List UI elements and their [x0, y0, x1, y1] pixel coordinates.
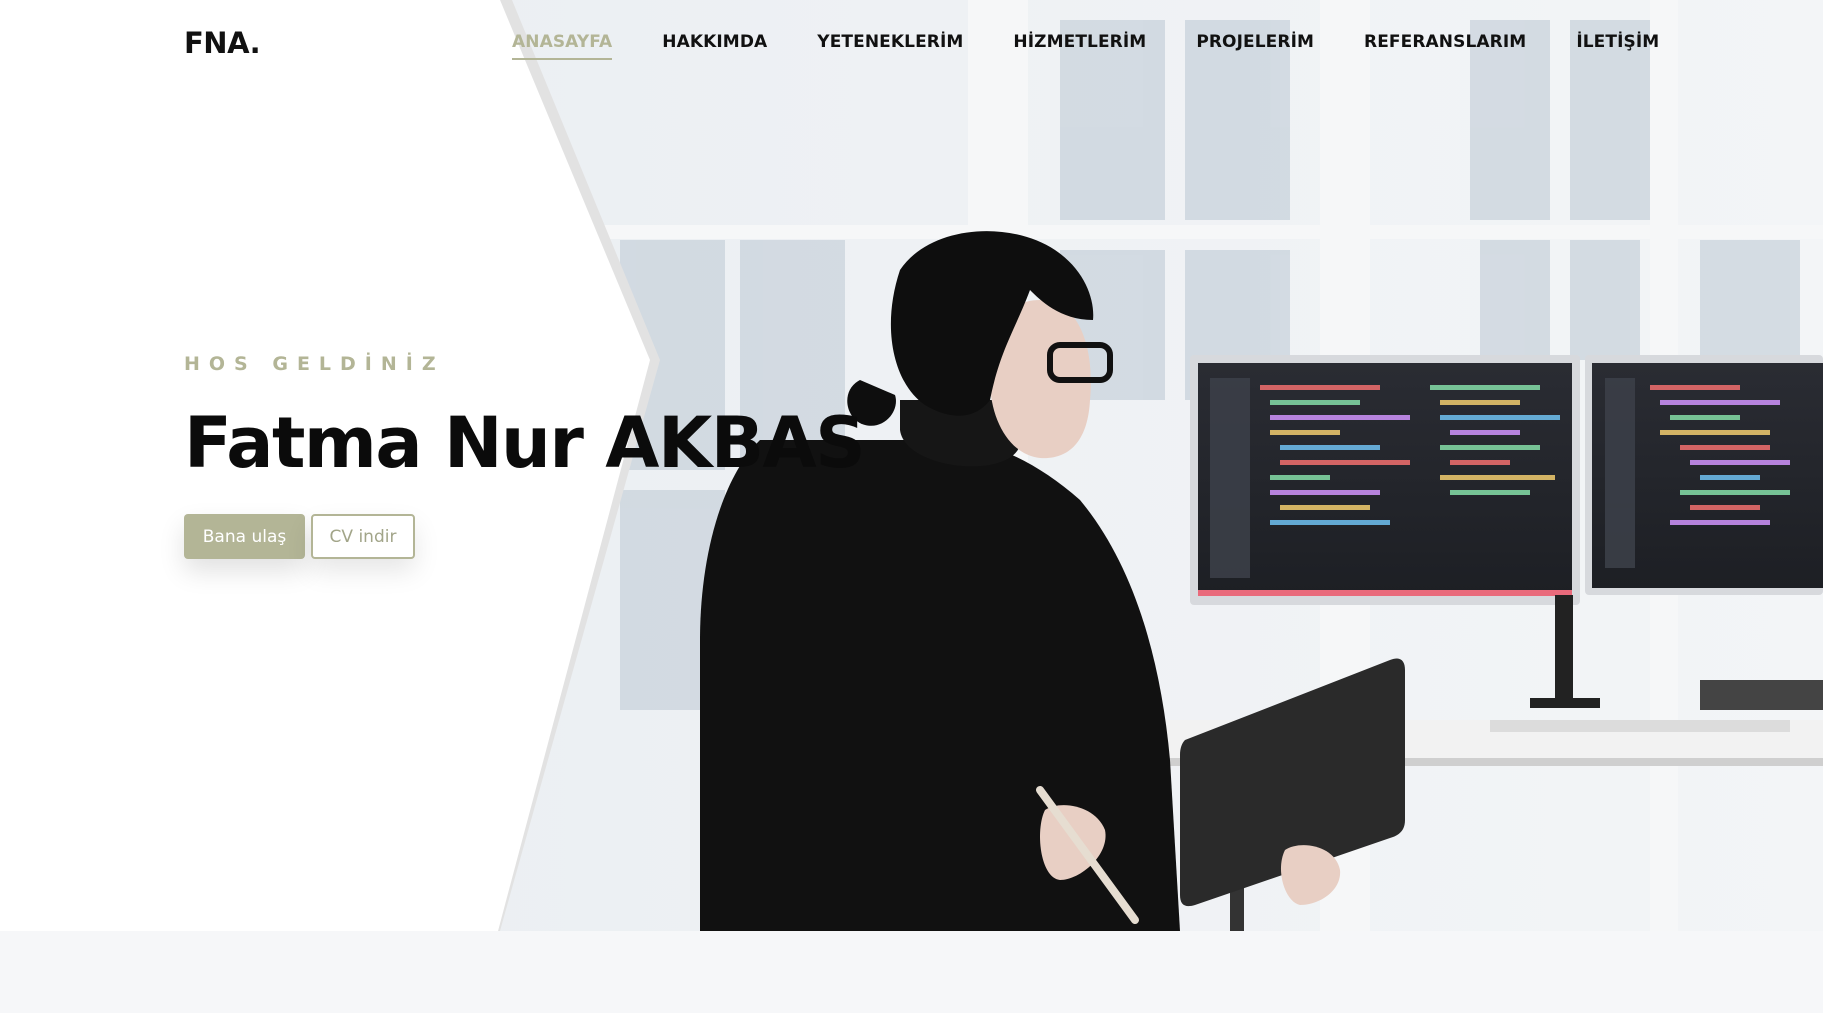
- cv-download-button[interactable]: CV indir: [311, 514, 415, 559]
- nav-item-anasayfa[interactable]: ANASAYFA: [512, 32, 613, 60]
- hero-section: FNA. ANASAYFA HAKKIMDA YETENEKLERİM HİZM…: [0, 0, 1823, 931]
- nav-item-yeteneklerim[interactable]: YETENEKLERİM: [817, 32, 963, 60]
- hero-eyebrow: HOS GELDİNİZ: [184, 353, 445, 375]
- nav-item-hakkimda[interactable]: HAKKIMDA: [662, 32, 767, 60]
- contact-button[interactable]: Bana ulaş: [184, 514, 305, 559]
- nav-item-referanslarim[interactable]: REFERANSLARIM: [1364, 32, 1526, 60]
- next-section: [0, 931, 1823, 1013]
- main-nav: ANASAYFA HAKKIMDA YETENEKLERİM HİZMETLER…: [512, 32, 1659, 60]
- logo[interactable]: FNA.: [184, 26, 261, 60]
- hero-name: Fatma Nur AKBAS: [184, 402, 866, 484]
- nav-item-projelerim[interactable]: PROJELERİM: [1196, 32, 1314, 60]
- nav-item-hizmetlerim[interactable]: HİZMETLERİM: [1013, 32, 1146, 60]
- hero-buttons: Bana ulaş CV indir: [184, 514, 415, 559]
- nav-item-iletisim[interactable]: İLETİŞİM: [1576, 32, 1659, 60]
